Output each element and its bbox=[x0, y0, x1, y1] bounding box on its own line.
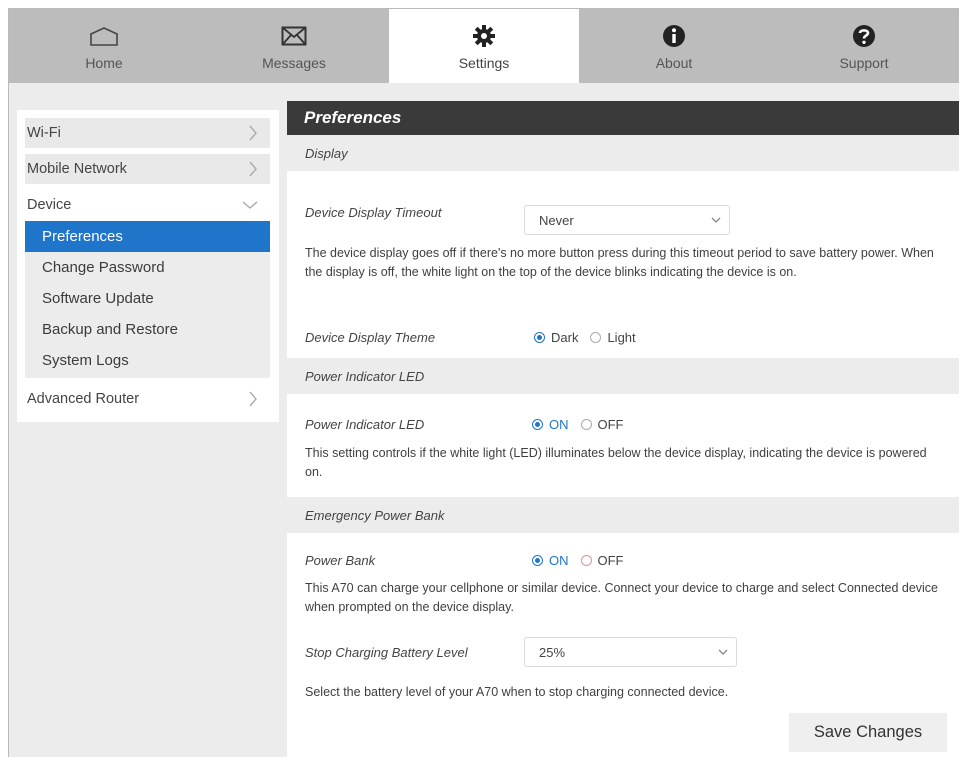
chevron-right-icon bbox=[249, 125, 257, 141]
section-display-heading: Display bbox=[287, 135, 959, 171]
top-nav: Home Messages Settings About Support bbox=[9, 9, 959, 83]
sidebar-item-system-logs[interactable]: System Logs bbox=[25, 345, 270, 376]
sidebar-item-change-password[interactable]: Change Password bbox=[25, 252, 270, 283]
sidebar-item-advanced-router[interactable]: Advanced Router bbox=[25, 384, 270, 414]
sidebar-item-label: Wi-Fi bbox=[27, 125, 61, 141]
sidebar-item-label: Device bbox=[27, 197, 72, 213]
display-timeout-row: Device Display Timeout bbox=[287, 205, 441, 220]
main-panel: Preferences Display Device Display Timeo… bbox=[287, 101, 959, 757]
tab-messages[interactable]: Messages bbox=[199, 9, 389, 83]
power-bank-description: This A70 can charge your cellphone or si… bbox=[305, 581, 938, 614]
section-led-heading: Power Indicator LED bbox=[287, 358, 959, 394]
theme-dark-label: Dark bbox=[551, 330, 579, 345]
display-theme-label: Device Display Theme bbox=[305, 330, 436, 345]
sidebar-item-backup-restore[interactable]: Backup and Restore bbox=[25, 314, 270, 345]
home-icon bbox=[89, 23, 119, 49]
display-timeout-description: The device display goes off if there's n… bbox=[305, 246, 934, 279]
tab-settings-label: Settings bbox=[458, 55, 510, 71]
chevron-right-icon bbox=[249, 161, 257, 177]
power-bank-row: Power Bank bbox=[287, 553, 375, 568]
stop-charging-description: Select the battery level of your A70 whe… bbox=[305, 685, 729, 699]
display-theme-radio-group: Dark Light bbox=[534, 330, 648, 345]
sidebar-item-label: Mobile Network bbox=[27, 161, 127, 177]
device-submenu: Preferences Change Password Software Upd… bbox=[25, 221, 270, 378]
stop-charging-label: Stop Charging Battery Level bbox=[305, 645, 468, 660]
tab-home-label: Home bbox=[85, 55, 123, 71]
sidebar-item-device[interactable]: Device bbox=[25, 190, 270, 220]
power-bank-off-radio[interactable] bbox=[580, 555, 592, 566]
question-icon bbox=[852, 23, 876, 49]
info-icon bbox=[662, 23, 686, 49]
stop-charging-value: 25% bbox=[539, 644, 566, 660]
led-description: This setting controls if the white light… bbox=[305, 446, 927, 479]
chevron-right-icon bbox=[249, 391, 257, 407]
tab-about[interactable]: About bbox=[579, 9, 769, 83]
app-frame: Home Messages Settings About Support Wi-… bbox=[8, 8, 959, 757]
led-label: Power Indicator LED bbox=[305, 417, 425, 432]
led-on-label: ON bbox=[549, 417, 569, 432]
power-bank-on-radio[interactable] bbox=[532, 555, 543, 566]
tab-settings[interactable]: Settings bbox=[389, 9, 579, 83]
section-power-bank-heading: Emergency Power Bank bbox=[287, 497, 959, 533]
tab-support[interactable]: Support bbox=[769, 9, 959, 83]
display-timeout-select[interactable]: Never bbox=[524, 205, 730, 235]
sidebar: Wi-Fi Mobile Network Device Preferences … bbox=[17, 110, 279, 422]
power-bank-off-label: OFF bbox=[597, 553, 624, 568]
save-changes-button[interactable]: Save Changes bbox=[789, 713, 947, 752]
led-off-radio[interactable] bbox=[580, 419, 592, 430]
display-timeout-label: Device Display Timeout bbox=[305, 205, 442, 220]
gear-icon bbox=[472, 23, 496, 49]
chevron-down-icon bbox=[711, 217, 721, 223]
sidebar-item-label: Advanced Router bbox=[27, 391, 140, 407]
sidebar-item-preferences[interactable]: Preferences bbox=[25, 221, 270, 252]
display-theme-row: Device Display Theme bbox=[287, 330, 435, 345]
page-title: Preferences bbox=[287, 101, 959, 135]
display-timeout-value: Never bbox=[539, 212, 574, 228]
tab-support-label: Support bbox=[839, 55, 889, 71]
led-off-label: OFF bbox=[597, 417, 624, 432]
stop-charging-row: Stop Charging Battery Level bbox=[287, 645, 468, 660]
sidebar-item-wifi[interactable]: Wi-Fi bbox=[25, 118, 270, 148]
power-bank-radio-group: ON OFF bbox=[532, 553, 636, 568]
theme-light-label: Light bbox=[607, 330, 636, 345]
tab-home[interactable]: Home bbox=[9, 9, 199, 83]
led-on-radio[interactable] bbox=[532, 419, 543, 430]
stop-charging-select[interactable]: 25% bbox=[524, 637, 737, 667]
tab-about-label: About bbox=[655, 55, 693, 71]
led-radio-group: ON OFF bbox=[532, 417, 636, 432]
tab-messages-label: Messages bbox=[262, 55, 326, 71]
power-bank-on-label: ON bbox=[549, 553, 569, 568]
envelope-icon bbox=[281, 23, 307, 49]
sidebar-item-mobile-network[interactable]: Mobile Network bbox=[25, 154, 270, 184]
theme-dark-radio[interactable] bbox=[534, 332, 545, 343]
led-row: Power Indicator LED bbox=[287, 417, 424, 432]
theme-light-radio[interactable] bbox=[590, 332, 602, 343]
chevron-down-icon bbox=[242, 201, 258, 209]
chevron-down-icon bbox=[718, 649, 728, 655]
power-bank-label: Power Bank bbox=[305, 553, 376, 568]
sidebar-item-software-update[interactable]: Software Update bbox=[25, 283, 270, 314]
